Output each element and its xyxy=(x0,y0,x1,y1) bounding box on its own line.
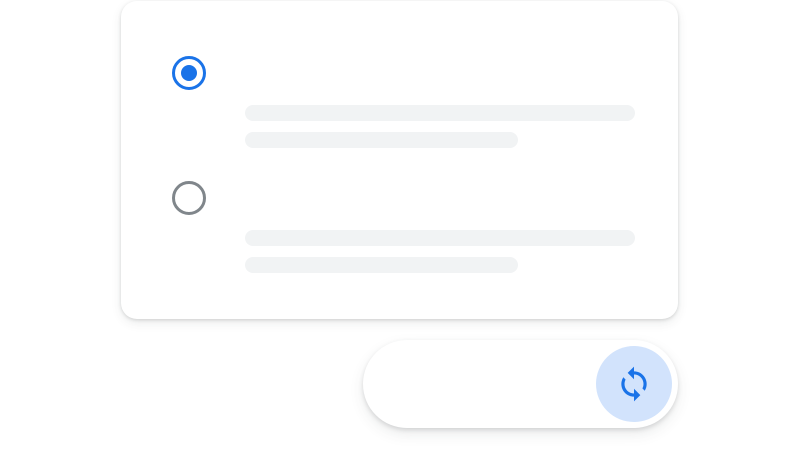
text-placeholder-line xyxy=(245,230,635,246)
illustration-stage xyxy=(0,0,800,450)
options-card xyxy=(121,1,678,319)
sync-icon xyxy=(621,366,647,402)
radio-unchecked-icon[interactable] xyxy=(172,181,206,215)
text-placeholder-line xyxy=(245,105,635,121)
action-pill xyxy=(363,340,678,428)
text-placeholder-line xyxy=(245,132,518,148)
option-2[interactable] xyxy=(121,181,678,291)
radio-checked-icon[interactable] xyxy=(172,56,206,90)
option-1[interactable] xyxy=(121,56,678,166)
sync-button[interactable] xyxy=(596,346,672,422)
text-placeholder-line xyxy=(245,257,518,273)
